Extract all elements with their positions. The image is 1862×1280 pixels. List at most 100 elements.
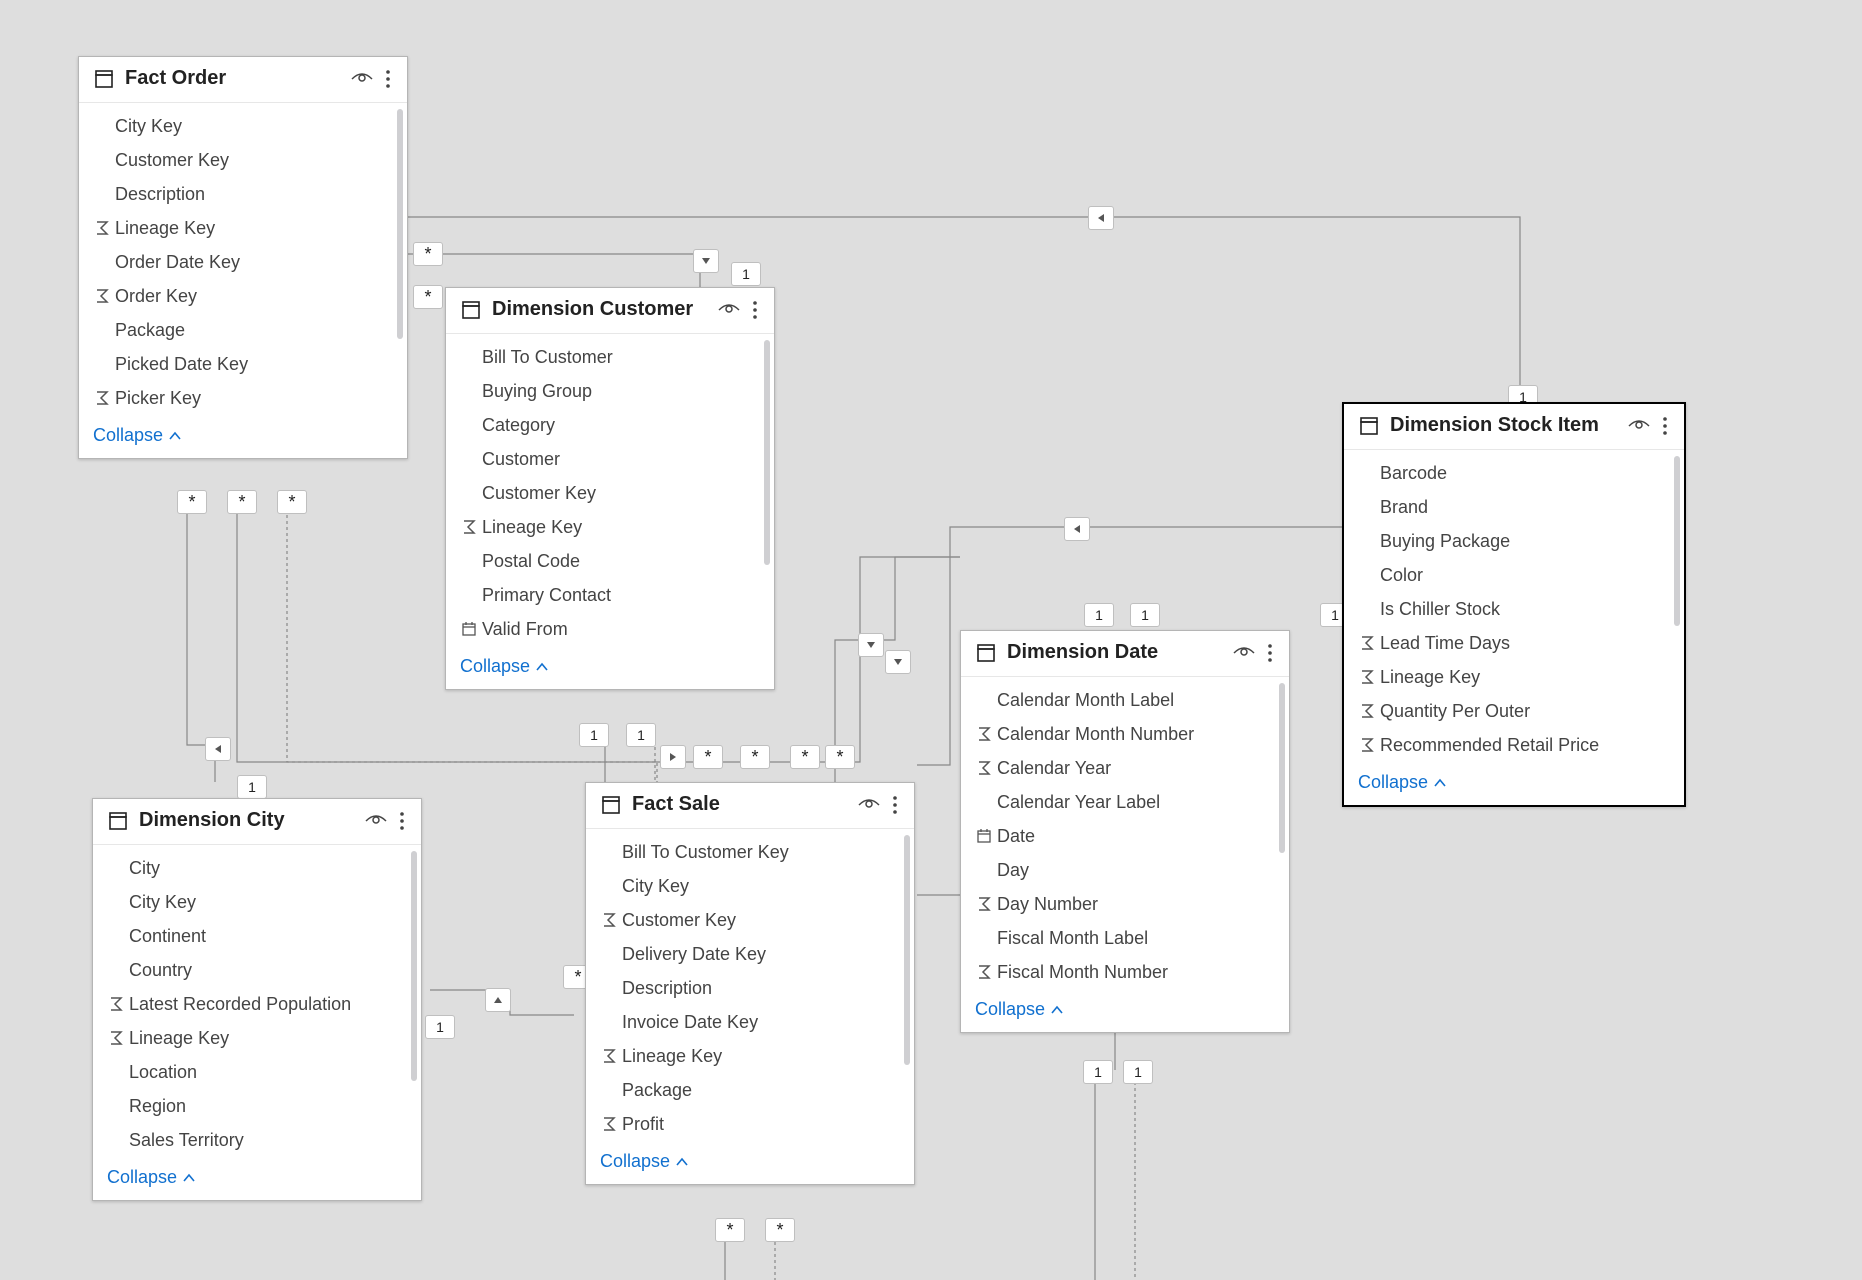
- field-row[interactable]: Country: [93, 953, 421, 987]
- field-row[interactable]: Lineage Key: [93, 1021, 421, 1055]
- table-fact-sale[interactable]: Fact Sale Bill To Customer Key City Key Cu…: [585, 782, 915, 1185]
- field-name: Is Chiller Stock: [1380, 599, 1500, 620]
- collapse-button[interactable]: Collapse: [975, 999, 1063, 1020]
- field-row[interactable]: Lineage Key: [79, 211, 407, 245]
- field-name: City Key: [622, 876, 689, 897]
- table-header[interactable]: Fact Order: [79, 57, 407, 103]
- field-row[interactable]: Latest Recorded Population: [93, 987, 421, 1021]
- field-row[interactable]: Description: [586, 971, 914, 1005]
- field-name: Category: [482, 415, 555, 436]
- field-row[interactable]: Primary Contact: [446, 578, 774, 612]
- field-row[interactable]: Customer: [446, 442, 774, 476]
- visibility-icon[interactable]: [1628, 418, 1650, 434]
- field-row[interactable]: City Key: [93, 885, 421, 919]
- cardinality-many: *: [413, 242, 443, 266]
- field-row[interactable]: Day: [961, 853, 1289, 887]
- field-name: Date: [997, 826, 1035, 847]
- collapse-button[interactable]: Collapse: [460, 656, 548, 677]
- field-name: Invoice Date Key: [622, 1012, 758, 1033]
- field-row[interactable]: Quantity Per Outer: [1344, 694, 1684, 728]
- field-row[interactable]: Fiscal Month Number: [961, 955, 1289, 989]
- field-name: Lead Time Days: [1380, 633, 1510, 654]
- field-row[interactable]: Bill To Customer Key: [586, 835, 914, 869]
- field-row[interactable]: Customer Key: [446, 476, 774, 510]
- field-row[interactable]: City: [93, 851, 421, 885]
- filter-direction-icon: [693, 249, 719, 273]
- field-row[interactable]: Date: [961, 819, 1289, 853]
- collapse-button[interactable]: Collapse: [107, 1167, 195, 1188]
- table-header[interactable]: Dimension Customer: [446, 288, 774, 334]
- field-row[interactable]: Order Date Key: [79, 245, 407, 279]
- more-options-icon[interactable]: [1265, 643, 1275, 663]
- field-row[interactable]: Picker Key: [79, 381, 407, 415]
- field-row[interactable]: Delivery Date Key: [586, 937, 914, 971]
- field-row[interactable]: Sales Territory: [93, 1123, 421, 1157]
- field-row[interactable]: Category: [446, 408, 774, 442]
- field-name: Location: [129, 1062, 197, 1083]
- field-row[interactable]: Package: [79, 313, 407, 347]
- field-row[interactable]: Calendar Month Label: [961, 683, 1289, 717]
- table-header[interactable]: Dimension Stock Item: [1344, 404, 1684, 450]
- visibility-icon[interactable]: [1233, 645, 1255, 661]
- field-row[interactable]: Calendar Year Label: [961, 785, 1289, 819]
- field-row[interactable]: Package: [586, 1073, 914, 1107]
- field-row[interactable]: City Key: [586, 869, 914, 903]
- table-dimension-date[interactable]: Dimension Date Calendar Month Label Calen…: [960, 630, 1290, 1033]
- field-row[interactable]: Buying Group: [446, 374, 774, 408]
- table-header[interactable]: Fact Sale: [586, 783, 914, 829]
- field-row[interactable]: Region: [93, 1089, 421, 1123]
- field-row[interactable]: Calendar Month Number: [961, 717, 1289, 751]
- field-row[interactable]: Recommended Retail Price: [1344, 728, 1684, 762]
- field-row[interactable]: Order Key: [79, 279, 407, 313]
- field-row[interactable]: City Key: [79, 109, 407, 143]
- field-row[interactable]: Postal Code: [446, 544, 774, 578]
- collapse-button[interactable]: Collapse: [93, 425, 181, 446]
- more-options-icon[interactable]: [890, 795, 900, 815]
- collapse-button[interactable]: Collapse: [600, 1151, 688, 1172]
- cardinality-one: 1: [425, 1015, 455, 1039]
- field-row[interactable]: Invoice Date Key: [586, 1005, 914, 1039]
- sum-icon: [971, 760, 997, 776]
- field-row[interactable]: Barcode: [1344, 456, 1684, 490]
- field-row[interactable]: Brand: [1344, 490, 1684, 524]
- field-row[interactable]: Buying Package: [1344, 524, 1684, 558]
- field-row[interactable]: Lineage Key: [446, 510, 774, 544]
- table-dimension-customer[interactable]: Dimension Customer Bill To CustomerBuyin…: [445, 287, 775, 690]
- field-row[interactable]: Location: [93, 1055, 421, 1089]
- field-name: Postal Code: [482, 551, 580, 572]
- visibility-icon[interactable]: [858, 797, 880, 813]
- table-fact-order[interactable]: Fact Order City KeyCustomer KeyDescripti…: [78, 56, 408, 459]
- collapse-button[interactable]: Collapse: [1358, 772, 1446, 793]
- field-row[interactable]: Customer Key: [586, 903, 914, 937]
- field-row[interactable]: Fiscal Month Label: [961, 921, 1289, 955]
- visibility-icon[interactable]: [351, 71, 373, 87]
- table-header[interactable]: Dimension Date: [961, 631, 1289, 677]
- field-row[interactable]: Valid From: [446, 612, 774, 646]
- field-row[interactable]: Day Number: [961, 887, 1289, 921]
- field-name: Order Date Key: [115, 252, 240, 273]
- more-options-icon[interactable]: [1660, 416, 1670, 436]
- more-options-icon[interactable]: [750, 300, 760, 320]
- visibility-icon[interactable]: [718, 302, 740, 318]
- field-row[interactable]: Is Chiller Stock: [1344, 592, 1684, 626]
- field-row[interactable]: Calendar Year: [961, 751, 1289, 785]
- cardinality-many: *: [177, 490, 207, 514]
- more-options-icon[interactable]: [397, 811, 407, 831]
- field-row[interactable]: Lead Time Days: [1344, 626, 1684, 660]
- field-row[interactable]: Description: [79, 177, 407, 211]
- field-row[interactable]: Continent: [93, 919, 421, 953]
- table-dimension-city[interactable]: Dimension City CityCity KeyContinentCoun…: [92, 798, 422, 1201]
- table-header[interactable]: Dimension City: [93, 799, 421, 845]
- field-row[interactable]: Profit: [586, 1107, 914, 1141]
- table-dimension-stock-item[interactable]: Dimension Stock Item BarcodeBrandBuying …: [1342, 402, 1686, 807]
- visibility-icon[interactable]: [365, 813, 387, 829]
- field-row[interactable]: Lineage Key: [1344, 660, 1684, 694]
- more-options-icon[interactable]: [383, 69, 393, 89]
- field-row[interactable]: Picked Date Key: [79, 347, 407, 381]
- field-name: Calendar Month Label: [997, 690, 1174, 711]
- field-row[interactable]: Customer Key: [79, 143, 407, 177]
- field-row[interactable]: Color: [1344, 558, 1684, 592]
- field-row[interactable]: Bill To Customer: [446, 340, 774, 374]
- field-row[interactable]: Lineage Key: [586, 1039, 914, 1073]
- cardinality-many: *: [227, 490, 257, 514]
